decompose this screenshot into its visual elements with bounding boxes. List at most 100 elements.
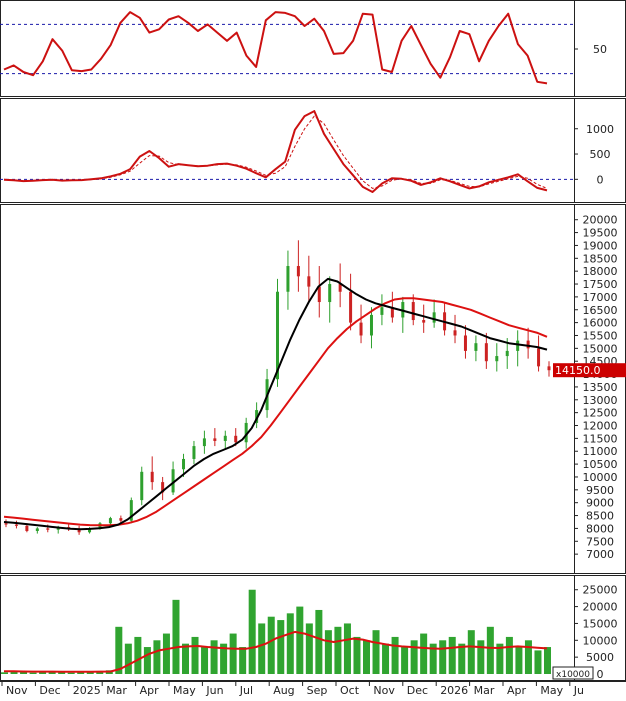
volume-bar xyxy=(391,636,399,674)
volume-y-tick-label: 5000 xyxy=(586,651,614,664)
x-axis-tick-label: Jul xyxy=(239,684,253,697)
x-axis-tick-label: Apr xyxy=(507,684,527,697)
candle-body xyxy=(463,335,467,351)
oscillator-y-tick-label: 50 xyxy=(593,43,607,56)
price-y-tick-label: 12500 xyxy=(583,407,618,420)
volume-bar xyxy=(115,626,123,674)
candle-body xyxy=(192,446,196,459)
volume-y-tick-label: 0 xyxy=(597,668,604,681)
volume-bar xyxy=(515,647,523,674)
volume-bar xyxy=(229,633,237,674)
x-axis-tick-label: Apr xyxy=(140,684,160,697)
candle-body xyxy=(223,435,227,441)
volume-bar xyxy=(448,636,456,674)
volume-bar xyxy=(267,616,275,674)
price-y-tick-label: 13000 xyxy=(583,394,618,407)
candle-body xyxy=(495,356,499,362)
price-y-tick-label: 18000 xyxy=(583,265,618,278)
volume-bar xyxy=(124,643,132,674)
volume-average-line xyxy=(4,630,548,673)
x-axis-tick-label: Dec xyxy=(407,684,428,697)
candle-body xyxy=(234,435,238,443)
volume-y-tick-label: 25000 xyxy=(583,584,618,597)
momentum-signal-line xyxy=(3,115,548,189)
volume-bar xyxy=(172,599,180,674)
candle-body xyxy=(317,286,321,303)
candle-body xyxy=(182,458,186,470)
volume-bar xyxy=(162,633,170,674)
candle-body xyxy=(526,340,530,349)
x-axis-tick-label: Oct xyxy=(340,684,360,697)
momentum-y-tick-label: 1000 xyxy=(586,123,614,136)
candle-body xyxy=(537,348,541,367)
candle-body xyxy=(474,343,478,351)
volume-bar xyxy=(467,630,475,674)
x-axis-tick-label: Ju xyxy=(573,684,584,697)
price-y-tick-label: 20000 xyxy=(583,214,618,227)
x-axis-tick-label: Sep xyxy=(307,684,328,697)
price-y-tick-label: 18500 xyxy=(583,252,618,265)
last-price-label: 14150.0 xyxy=(555,364,601,377)
candle-body xyxy=(4,523,8,525)
candle-body xyxy=(516,340,520,351)
price-y-tick-label: 19000 xyxy=(583,239,618,252)
volume-bar xyxy=(363,640,370,674)
volume-bar xyxy=(382,643,390,674)
oscillator-line xyxy=(3,11,548,85)
price-y-tick-label: 17000 xyxy=(583,291,618,304)
price-y-tick-label: 10500 xyxy=(583,458,618,471)
candle-body xyxy=(307,276,311,287)
volume-bar xyxy=(315,609,323,674)
x-axis-tick-label: Mar xyxy=(474,684,495,697)
candle-body xyxy=(119,518,123,521)
candle-body xyxy=(484,343,488,362)
candle-body xyxy=(369,314,373,336)
volume-bar xyxy=(1,672,8,674)
x-axis-tick-label: Jun xyxy=(205,684,223,697)
volume-bar xyxy=(153,640,161,674)
candle-body xyxy=(14,524,18,526)
candle-body xyxy=(380,307,384,315)
momentum-y-tick-label: 500 xyxy=(590,148,611,161)
volume-y-tick-label: 15000 xyxy=(583,617,618,630)
volume-bar xyxy=(29,672,37,674)
volume-bar xyxy=(277,620,285,674)
volume-bar xyxy=(544,647,551,674)
price-y-tick-label: 7500 xyxy=(586,535,614,548)
price-y-tick-label: 13500 xyxy=(583,381,618,394)
candle-body xyxy=(349,291,353,323)
candle-body xyxy=(25,525,29,531)
price-y-tick-label: 17500 xyxy=(583,278,618,291)
x-axis-tick-label: Nov xyxy=(6,684,28,697)
candle-body xyxy=(35,528,39,531)
volume-bar xyxy=(296,606,304,674)
price-y-tick-label: 11500 xyxy=(583,432,618,445)
x-axis-tick-label: Dec xyxy=(39,684,60,697)
volume-bar xyxy=(191,636,199,674)
volume-bar xyxy=(486,626,494,674)
candle-body xyxy=(213,438,217,441)
candle-body xyxy=(202,438,206,447)
oscillator-frame xyxy=(0,0,626,97)
x-axis-tick-label: 2025 xyxy=(73,684,101,697)
candle-body xyxy=(150,471,154,483)
x-axis-tick-label: Nov xyxy=(373,684,395,697)
volume-bar xyxy=(248,589,256,674)
volume-y-tick-label: 10000 xyxy=(583,634,618,647)
price-y-tick-label: 15000 xyxy=(583,342,618,355)
price-y-tick-label: 7000 xyxy=(586,548,614,561)
x-axis-tick-label: May xyxy=(540,684,563,697)
candle-body xyxy=(547,366,551,371)
volume-bar xyxy=(420,633,428,674)
volume-bar xyxy=(286,613,294,674)
momentum-frame xyxy=(0,98,626,203)
price-y-tick-label: 12000 xyxy=(583,420,618,433)
x-axis-tick-label: 2026 xyxy=(440,684,468,697)
volume-bar xyxy=(143,647,151,674)
price-y-tick-label: 8500 xyxy=(586,510,614,523)
candle-body xyxy=(359,322,363,336)
volume-bar xyxy=(477,640,485,674)
price-y-tick-label: 16500 xyxy=(583,304,618,317)
volume-bar xyxy=(324,630,332,674)
moving-average-fast xyxy=(3,277,548,531)
